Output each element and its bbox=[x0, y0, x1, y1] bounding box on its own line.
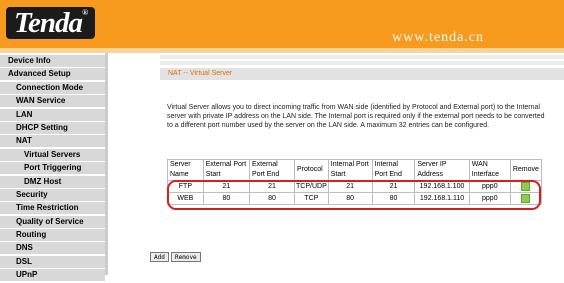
sidebar-item-quality-of-service[interactable]: Quality of Service bbox=[0, 215, 105, 228]
add-button[interactable]: Add bbox=[150, 252, 169, 262]
sidebar-item-connection-mode[interactable]: Connection Mode bbox=[0, 81, 105, 94]
sidebar-item-virtual-servers[interactable]: Virtual Servers bbox=[0, 148, 105, 161]
column-header: Server IP Address bbox=[414, 159, 470, 181]
highlight-outline bbox=[167, 180, 541, 210]
decor-stripe bbox=[160, 55, 564, 59]
sidebar-item-wan-service[interactable]: WAN Service bbox=[0, 95, 105, 108]
sidebar-item-security[interactable]: Security bbox=[0, 188, 105, 201]
column-header: Server Name bbox=[167, 159, 204, 181]
registered-mark: ® bbox=[82, 8, 88, 17]
logo-text: Tenda bbox=[14, 7, 83, 39]
sidebar-item-dns[interactable]: DNS bbox=[0, 242, 105, 255]
sidebar-item-device-info[interactable]: Device Info bbox=[0, 55, 105, 67]
sidebar-item-time-restriction[interactable]: Time Restriction bbox=[0, 202, 105, 215]
remove-button[interactable]: Remove bbox=[171, 252, 201, 262]
sidebar-item-routing[interactable]: Routing bbox=[0, 229, 105, 242]
sidebar-item-advanced-setup[interactable]: Advanced Setup bbox=[0, 68, 105, 81]
sidebar-menu: Device Info Advanced Setup Connection Mode… bbox=[0, 55, 105, 283]
column-header: Internal Port End bbox=[371, 159, 416, 181]
sidebar-item-nat[interactable]: NAT bbox=[0, 135, 105, 148]
decor-stripe bbox=[160, 61, 564, 65]
sidebar-item-lan[interactable]: LAN bbox=[0, 108, 105, 121]
site-url: www.tenda.cn bbox=[392, 30, 484, 45]
sidebar-item-dmz-host[interactable]: DMZ Host bbox=[0, 175, 105, 188]
column-header: Protocol bbox=[294, 159, 329, 181]
tenda-logo: Tenda® bbox=[6, 7, 96, 39]
column-header: External Port End bbox=[248, 159, 296, 181]
column-header: External Port Start bbox=[202, 159, 250, 181]
header-banner: Tenda® www.tenda.cn bbox=[0, 0, 564, 48]
column-header: WAN Interface bbox=[468, 159, 511, 181]
column-header: Internal Port Start bbox=[327, 159, 373, 181]
sidebar-item-port-triggering[interactable]: Port Triggering bbox=[0, 162, 105, 175]
page-title: NAT -- Virtual Server bbox=[168, 70, 233, 77]
sidebar-item-dhcp-setting[interactable]: DHCP Setting bbox=[0, 121, 105, 134]
sidebar-item-upnp[interactable]: UPnP bbox=[0, 269, 105, 282]
column-header: Remove bbox=[509, 159, 543, 181]
page-description: Virtual Server allows you to direct inco… bbox=[167, 104, 545, 129]
sidebar-item-dsl[interactable]: DSL bbox=[0, 255, 105, 268]
table-header-row: Server Name External Port Start External P… bbox=[167, 159, 543, 181]
